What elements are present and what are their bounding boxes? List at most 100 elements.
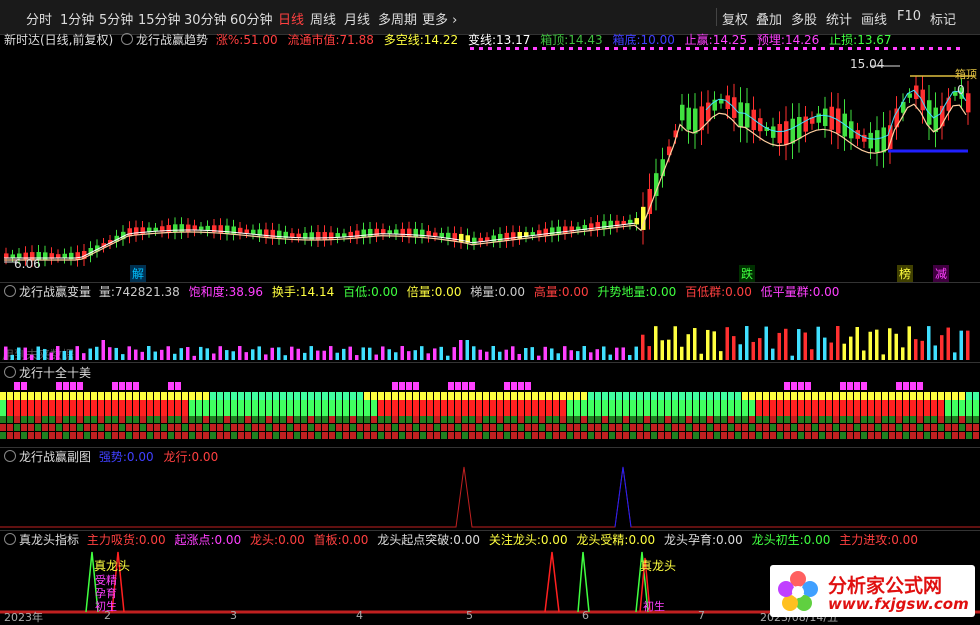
heat-cell: [168, 392, 174, 400]
heat-cell: [434, 400, 440, 408]
heat-cell: [287, 424, 293, 431]
heat-cell: [287, 400, 293, 408]
heat-cell: [497, 400, 503, 408]
heat-cell: [588, 416, 594, 423]
volume-bar: [108, 347, 112, 360]
stop-dot: [614, 47, 618, 50]
heat-cell: [448, 408, 454, 416]
heat-cell: [161, 424, 167, 431]
heat-cell: [406, 382, 412, 390]
field-label: 高量:: [533, 285, 562, 299]
heat-cell: [364, 432, 370, 439]
panel4-title[interactable]: 龙行战赢副图: [19, 450, 91, 464]
indicator-name[interactable]: 龙行战赢趋势: [136, 33, 208, 47]
heat-cell: [707, 408, 713, 416]
multi-stock-button[interactable]: 多股: [791, 9, 817, 28]
volume-bar: [17, 347, 21, 360]
stop-dot: [839, 47, 843, 50]
heat-cell: [504, 382, 510, 390]
heat-cell: [686, 400, 692, 408]
heat-cell: [847, 432, 853, 439]
heat-cell: [126, 382, 132, 390]
heat-cell: [49, 392, 55, 400]
heat-cell: [224, 408, 230, 416]
heat-cell: [392, 382, 398, 390]
heat-cell: [756, 432, 762, 439]
heat-cell: [959, 392, 965, 400]
field-value: 13.67: [857, 33, 892, 47]
heat-cell: [70, 392, 76, 400]
heat-cell: [469, 408, 475, 416]
volume-bar: [147, 346, 151, 360]
settings-icon[interactable]: [4, 533, 16, 545]
stop-dot: [875, 47, 879, 50]
heat-cell: [917, 408, 923, 416]
heat-cell: [700, 392, 706, 400]
heat-cell: [70, 424, 76, 431]
heat-cell: [245, 432, 251, 439]
overlay-button[interactable]: 叠加: [756, 9, 782, 28]
spike: [577, 551, 590, 613]
heat-cell: [413, 392, 419, 400]
heat-cell: [721, 416, 727, 423]
heat-cell: [616, 408, 622, 416]
heat-cell: [896, 392, 902, 400]
heat-cell: [350, 400, 356, 408]
heat-cell: [91, 400, 97, 408]
volume-bar: [88, 348, 92, 360]
heat-cell: [602, 432, 608, 439]
volume-bar: [23, 347, 27, 360]
period-30min[interactable]: 30分钟: [184, 9, 227, 28]
heat-cell: [301, 432, 307, 439]
panel2-title[interactable]: 龙行战赢变量: [19, 285, 91, 299]
heat-cell: [595, 416, 601, 423]
period-multi[interactable]: 多周期: [378, 9, 417, 28]
candle-body: [933, 107, 938, 133]
settings-icon[interactable]: [4, 366, 16, 378]
heat-cell: [56, 382, 62, 390]
heat-cell: [931, 424, 937, 431]
period-more[interactable]: 更多 ›: [422, 9, 457, 28]
heat-cell: [273, 424, 279, 431]
period-60min[interactable]: 60分钟: [230, 9, 273, 28]
heat-cell: [217, 416, 223, 423]
candle-body: [881, 127, 886, 153]
mark-button[interactable]: 标记: [930, 9, 956, 28]
volume-bar: [212, 353, 216, 360]
period-month[interactable]: 月线: [344, 9, 370, 28]
heat-cell: [126, 424, 132, 431]
heat-cell: [686, 432, 692, 439]
draw-button[interactable]: 画线: [861, 9, 887, 28]
volume-bar: [95, 346, 99, 360]
heat-cell: [329, 416, 335, 423]
heat-cell: [630, 432, 636, 439]
heat-cell: [798, 382, 804, 390]
stats-button[interactable]: 统计: [826, 9, 852, 28]
heat-cell: [357, 400, 363, 408]
heat-cell: [959, 416, 965, 423]
fuquan-button[interactable]: 复权: [722, 9, 748, 28]
settings-icon[interactable]: [4, 285, 16, 297]
heat-cell: [392, 392, 398, 400]
heat-cell: [651, 432, 657, 439]
candle-body: [602, 221, 607, 230]
heat-cell: [567, 432, 573, 439]
period-15min[interactable]: 15分钟: [138, 9, 181, 28]
volume-chart: [4, 326, 970, 360]
volume-bar: [251, 349, 255, 360]
heat-cell: [553, 432, 559, 439]
period-1min[interactable]: 1分钟: [60, 9, 94, 28]
field-label: 龙头起点突破:: [377, 533, 454, 547]
settings-icon[interactable]: [4, 450, 16, 462]
heat-cell: [35, 432, 41, 439]
panel5-title[interactable]: 真龙头指标: [19, 533, 79, 547]
period-week[interactable]: 周线: [310, 9, 336, 28]
period-5min[interactable]: 5分钟: [99, 9, 133, 28]
period-分时[interactable]: 分时: [26, 9, 52, 28]
panel3-title[interactable]: 龙行十全十美: [19, 366, 91, 380]
candle-body: [556, 226, 561, 235]
period-day[interactable]: 日线: [278, 9, 304, 28]
settings-icon[interactable]: [121, 33, 134, 45]
f10-button[interactable]: F10: [897, 9, 921, 24]
field-value: 0.00: [649, 285, 677, 299]
